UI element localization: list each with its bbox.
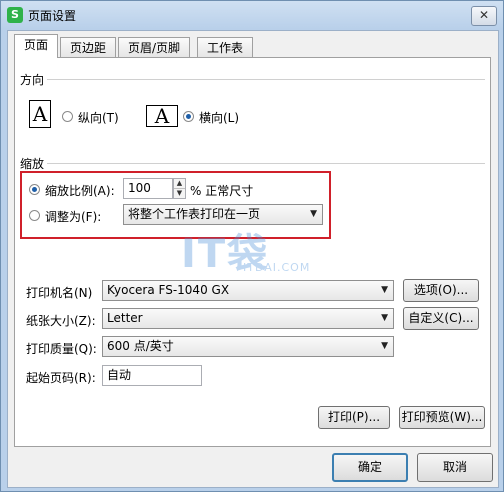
start-page-input[interactable]: 自动 — [102, 365, 202, 386]
paper-size-label: 纸张大小(Z): — [26, 314, 96, 328]
paper-size-select-value: Letter — [107, 311, 143, 325]
landscape-radio[interactable] — [183, 111, 194, 122]
printer-select-value: Kyocera FS-1040 GX — [107, 283, 230, 297]
tab-page[interactable]: 页面 — [14, 34, 59, 58]
close-button[interactable]: ✕ — [471, 6, 497, 26]
print-button[interactable]: 打印(P)... — [318, 406, 390, 429]
site-watermark: IT袋 ITDAI.COM — [181, 219, 331, 279]
dialog-title: 页面设置 — [28, 9, 77, 23]
chevron-down-icon: ▼ — [381, 341, 388, 351]
printer-options-button[interactable]: 选项(O)... — [403, 279, 479, 302]
scaling-section-label: 缩放 — [20, 157, 45, 171]
cancel-button[interactable]: 取消 — [417, 453, 493, 482]
app-icon: S — [7, 7, 23, 23]
printer-select[interactable]: Kyocera FS-1040 GX ▼ — [102, 280, 394, 301]
ok-button[interactable]: 确定 — [332, 453, 408, 482]
orientation-divider — [47, 79, 485, 80]
title-bar: S 页面设置 ✕ — [1, 1, 503, 29]
page-setup-dialog: S 页面设置 ✕ 页面 页边距 页眉/页脚 工作表 方向 A 纵向(T) A 横… — [0, 0, 504, 492]
tab-header-footer[interactable]: 页眉/页脚 — [118, 37, 191, 57]
print-preview-button[interactable]: 打印预览(W)... — [399, 406, 485, 429]
watermark-url: ITDAI.COM — [243, 261, 311, 274]
tab-worksheet[interactable]: 工作表 — [197, 37, 254, 57]
landscape-page-icon: A — [146, 105, 178, 127]
printer-label: 打印机名(N) — [26, 286, 93, 300]
chevron-down-icon: ▼ — [381, 285, 388, 295]
print-quality-select-value: 600 点/英寸 — [107, 339, 174, 353]
portrait-label[interactable]: 纵向(T) — [78, 109, 119, 126]
chevron-down-icon: ▼ — [381, 313, 388, 323]
paper-custom-button[interactable]: 自定义(C)... — [403, 307, 479, 330]
scaling-divider — [47, 163, 485, 164]
landscape-label[interactable]: 横向(L) — [199, 109, 239, 126]
print-quality-select[interactable]: 600 点/英寸 ▼ — [102, 336, 394, 357]
tab-margins[interactable]: 页边距 — [60, 37, 117, 57]
print-quality-label: 打印质量(Q): — [26, 342, 97, 356]
portrait-page-icon: A — [29, 100, 51, 128]
portrait-radio[interactable] — [62, 111, 73, 122]
start-page-label: 起始页码(R): — [26, 371, 96, 385]
close-icon: ✕ — [478, 8, 490, 22]
orientation-section-label: 方向 — [20, 73, 45, 87]
paper-size-select[interactable]: Letter ▼ — [102, 308, 394, 329]
